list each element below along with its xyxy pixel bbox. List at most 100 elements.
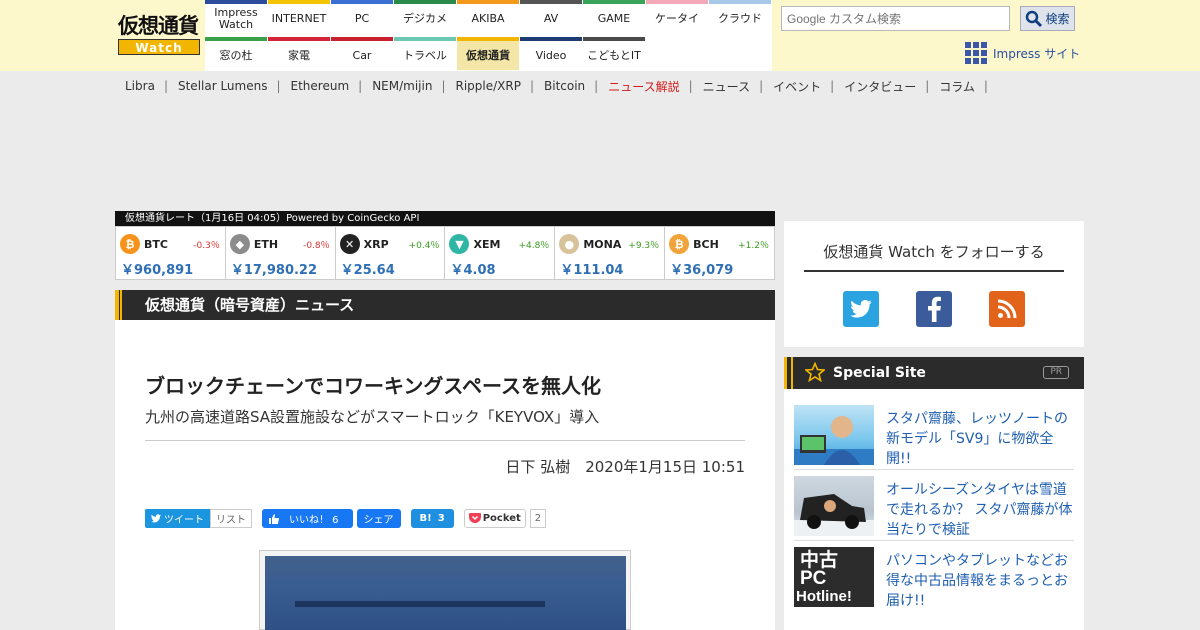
bch-coin-icon: ₿ bbox=[669, 234, 690, 254]
rate-cell-eth[interactable]: ◆ ETH -0.8％ ￥17,980.22 bbox=[226, 227, 336, 279]
nav-item[interactable]: GAME bbox=[583, 0, 645, 33]
nav-item[interactable]: Video bbox=[520, 37, 582, 70]
nav-item[interactable]: クラウド bbox=[709, 0, 771, 33]
rate-change: -0.3％ bbox=[193, 241, 220, 251]
topic-nav: Libra | Stellar Lumens | Ethereum | NEM/mijin |… bbox=[0, 71, 1200, 101]
rate-cell-xem[interactable]: ▼ XEM +4.8％ ￥4.08 bbox=[445, 227, 556, 279]
topic-nav-item[interactable]: Stellar Lumens bbox=[178, 79, 267, 93]
rate-change: +9.3％ bbox=[628, 241, 660, 251]
impress-sites-link[interactable]: Impress サイト bbox=[965, 42, 1080, 64]
rate-header: 仮想通貨レート（1月16日 04:05）Powered by CoinGecko… bbox=[115, 211, 775, 226]
special-site-list: スタパ齋藤、レッツノートの新モデル「SV9」に物欲全開!! オールシーズンタイヤ… bbox=[784, 389, 1084, 630]
nav-separator: | bbox=[925, 79, 930, 93]
twitter-follow-button[interactable] bbox=[843, 291, 879, 327]
topic-nav-item[interactable]: Libra bbox=[125, 79, 155, 93]
topic-nav-item[interactable]: ニュース解説 bbox=[608, 78, 679, 95]
xem-coin-icon: ▼ bbox=[449, 234, 470, 254]
btc-coin-icon: ₿ bbox=[120, 234, 140, 254]
rate-price: ￥111.04 bbox=[560, 263, 624, 278]
follow-title: 仮想通貨 Watch をフォローする bbox=[804, 241, 1064, 272]
nav-separator: | bbox=[441, 79, 446, 93]
rss-follow-button[interactable] bbox=[989, 291, 1025, 327]
rate-symbol: MONA bbox=[583, 238, 622, 251]
article-byline: 日下 弘樹 2020年1月15日 10:51 bbox=[505, 458, 745, 476]
nav-separator: | bbox=[358, 79, 363, 93]
nav-item[interactable]: Impress Watch bbox=[205, 0, 267, 33]
tweet-button[interactable]: ツイート リスト bbox=[145, 509, 252, 528]
topic-nav-item[interactable]: Bitcoin bbox=[544, 79, 585, 93]
twitter-icon bbox=[850, 300, 872, 318]
search-button-label: 検索 bbox=[1045, 12, 1070, 26]
nav-item[interactable]: AV bbox=[520, 0, 582, 33]
nav-item[interactable]: 家電 bbox=[268, 37, 330, 70]
hotline-line3: Hotline! bbox=[796, 588, 852, 605]
star-icon bbox=[805, 362, 825, 382]
nav-item[interactable]: デジカメ bbox=[394, 0, 456, 33]
nav-item[interactable]: PC bbox=[331, 0, 393, 33]
nav-item[interactable]: INTERNET bbox=[268, 0, 330, 33]
topic-nav-item[interactable]: NEM/mijin bbox=[372, 79, 432, 93]
nav-item[interactable]: トラベル bbox=[394, 37, 456, 70]
rate-cell-bch[interactable]: ₿ BCH +1.2％ ￥36,079 bbox=[665, 227, 774, 279]
facebook-icon bbox=[928, 296, 941, 322]
article-image[interactable] bbox=[259, 550, 631, 630]
nav-item[interactable]: ケータイ bbox=[646, 0, 708, 33]
special-item[interactable]: スタパ齋藤、レッツノートの新モデル「SV9」に物欲全開!! bbox=[794, 399, 1074, 470]
site-header: 仮想通貨 Watch Impress Watch INTERNET PC デジカメ AK… bbox=[0, 0, 1200, 71]
rate-symbol: XEM bbox=[473, 238, 501, 251]
rate-cell-btc[interactable]: ₿ BTC -0.3％ ￥960,891 bbox=[116, 227, 226, 279]
logo-text: 仮想通貨 bbox=[118, 13, 199, 38]
site-nav-grid: Impress Watch INTERNET PC デジカメ AKIBA AV GAME ケー… bbox=[205, 0, 772, 71]
topic-nav-item[interactable]: コラム bbox=[939, 78, 975, 95]
topic-nav-item[interactable]: Ethereum bbox=[291, 79, 350, 93]
mona-coin-icon: ● bbox=[559, 234, 580, 254]
nav-item[interactable]: 仮想通貨 bbox=[457, 37, 519, 70]
fb-share-button[interactable]: シェア bbox=[356, 509, 401, 528]
thumbs-up-icon bbox=[269, 513, 279, 524]
article: ブロックチェーンでコワーキングスペースを無人化 九州の高速道路SA設置施設などが… bbox=[115, 320, 775, 630]
rss-icon bbox=[997, 299, 1017, 319]
nav-separator: | bbox=[759, 79, 764, 93]
pocket-icon bbox=[468, 513, 481, 523]
pocket-button[interactable]: Pocket 2 bbox=[463, 509, 547, 528]
hotline-line2: PC bbox=[800, 568, 827, 589]
topic-nav-item[interactable]: イベント bbox=[773, 78, 821, 95]
nav-item[interactable]: AKIBA bbox=[457, 0, 519, 33]
search-button[interactable]: 検索 bbox=[1020, 6, 1075, 31]
rate-price: ￥36,079 bbox=[670, 263, 734, 278]
rate-cell-xrp[interactable]: ✕ XRP +0.4％ ￥25.64 bbox=[336, 227, 446, 279]
special-item[interactable]: オールシーズンタイヤは雪道で走れるか？ スタパ齋藤が体当たりで検証 bbox=[794, 470, 1074, 541]
rate-price: ￥25.64 bbox=[340, 263, 395, 278]
rate-price: ￥4.08 bbox=[450, 263, 496, 278]
nav-separator: | bbox=[529, 79, 535, 93]
special-item[interactable]: 中古 PC Hotline! パソコンやタブレットなどお得な中古品情報をまるっと… bbox=[794, 541, 1074, 612]
special-item-title: パソコンやタブレットなどお得な中古品情報をまるっとお届け!! bbox=[886, 553, 1068, 609]
facebook-follow-button[interactable] bbox=[916, 291, 952, 327]
grid-icon bbox=[965, 42, 987, 64]
nav-item[interactable]: こどもとIT bbox=[583, 37, 645, 70]
rate-change: +4.8％ bbox=[518, 241, 550, 251]
site-logo[interactable]: 仮想通貨 Watch bbox=[118, 13, 200, 57]
nav-separator: | bbox=[276, 79, 281, 93]
topic-nav-item[interactable]: Ripple/XRP bbox=[456, 79, 521, 93]
search-input[interactable] bbox=[781, 6, 1010, 31]
rate-change: +1.2％ bbox=[738, 241, 769, 251]
nav-item[interactable]: 窓の杜 bbox=[205, 37, 267, 70]
hatena-bookmark-button[interactable]: B! 3 bbox=[410, 509, 454, 528]
nav-item[interactable]: Car bbox=[331, 37, 393, 70]
impress-sites-label: Impress サイト bbox=[993, 46, 1081, 61]
article-subtitle: 九州の高速道路SA設置施設などがスマートロック「KEYVOX」導入 bbox=[145, 408, 600, 426]
rate-price: ￥960,891 bbox=[121, 263, 194, 278]
rate-price: ￥17,980.22 bbox=[230, 263, 318, 278]
rate-change: +0.4％ bbox=[408, 241, 440, 251]
share-bar: ツイート リスト いいね！ 6 シェア B! 3 Pocket 2 bbox=[145, 509, 547, 528]
rate-cell-mona[interactable]: ● MONA +9.3％ ￥111.04 bbox=[555, 227, 666, 279]
nav-separator: | bbox=[594, 79, 599, 93]
rate-symbol: XRP bbox=[363, 238, 389, 251]
special-item-thumbnail: 中古 PC Hotline! bbox=[794, 547, 874, 607]
list-button[interactable]: リスト bbox=[210, 509, 252, 528]
rate-symbol: ETH bbox=[253, 238, 279, 251]
like-button[interactable]: いいね！ 6 bbox=[262, 509, 353, 528]
topic-nav-item[interactable]: インタビュー bbox=[844, 78, 916, 95]
topic-nav-item[interactable]: ニュース bbox=[703, 78, 750, 95]
